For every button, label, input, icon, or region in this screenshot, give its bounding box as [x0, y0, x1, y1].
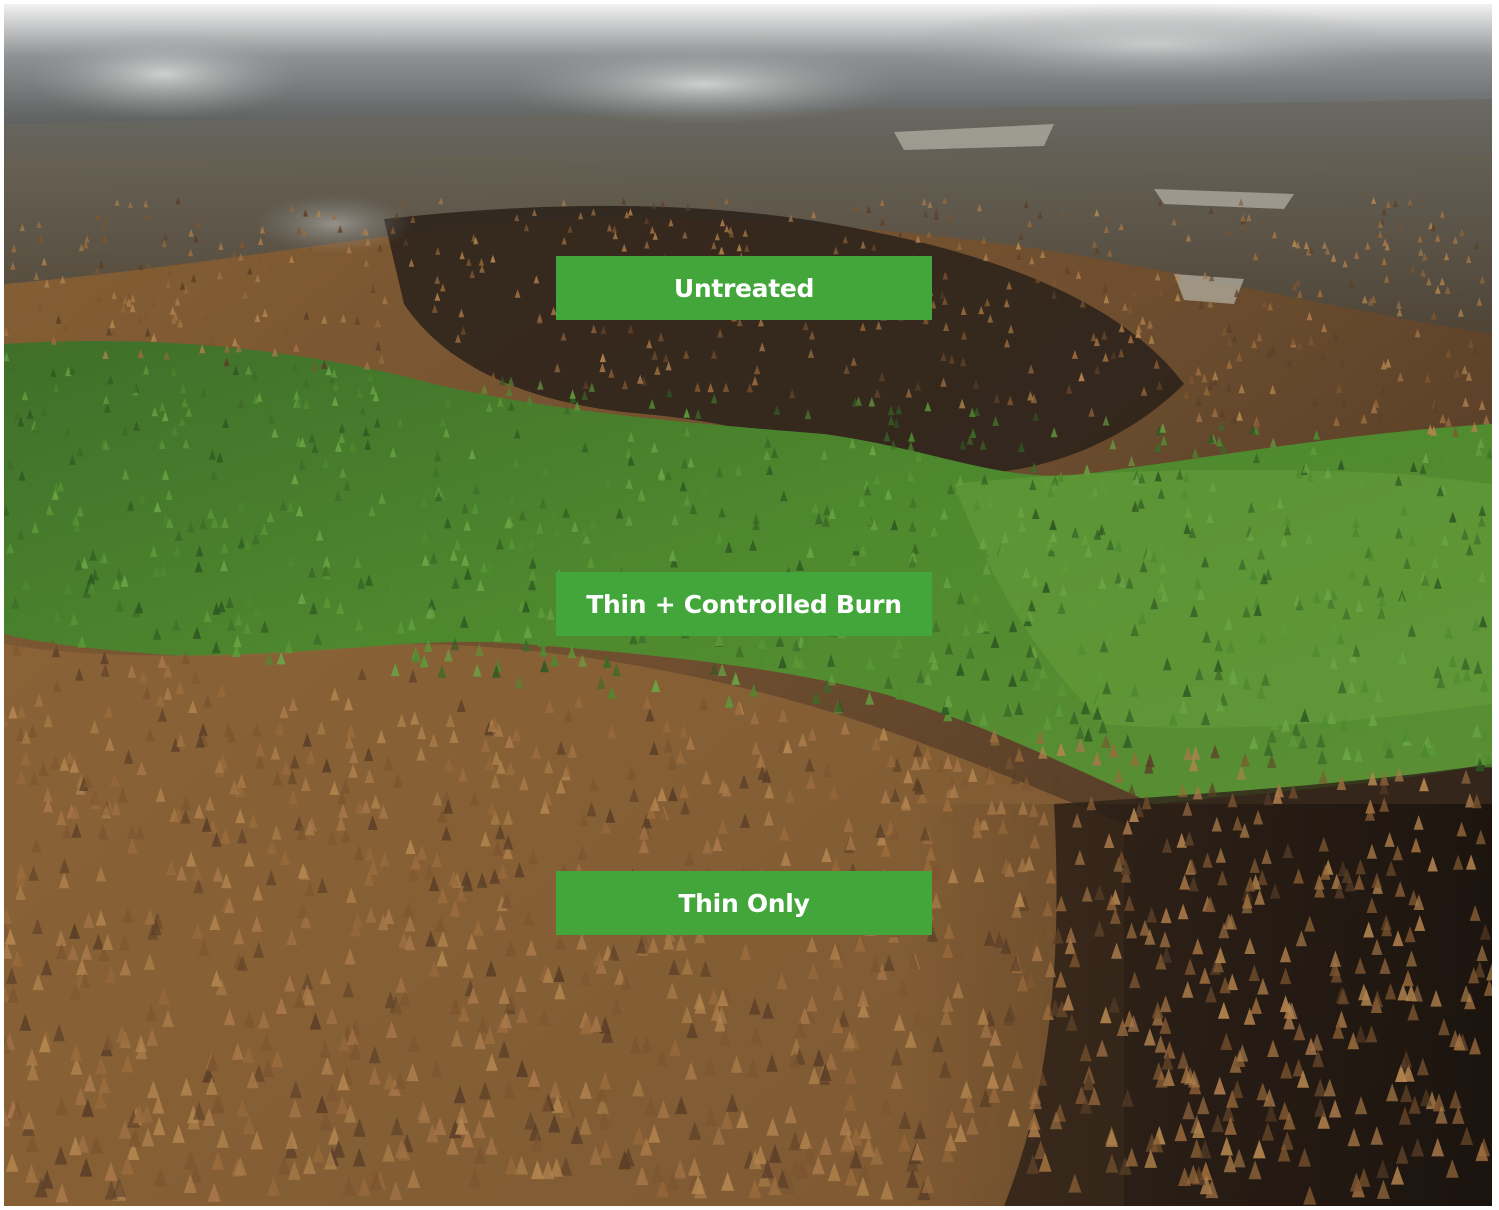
label-thin-controlled-burn: Thin + Controlled Burn	[556, 572, 932, 636]
smoke-cloud	[24, 29, 304, 119]
smoke-cloud	[504, 44, 904, 124]
smoke-cloud	[894, 4, 1414, 84]
smoke-wisp	[254, 194, 414, 254]
label-thin-only: Thin Only	[556, 871, 932, 935]
label-untreated: Untreated	[556, 256, 932, 320]
